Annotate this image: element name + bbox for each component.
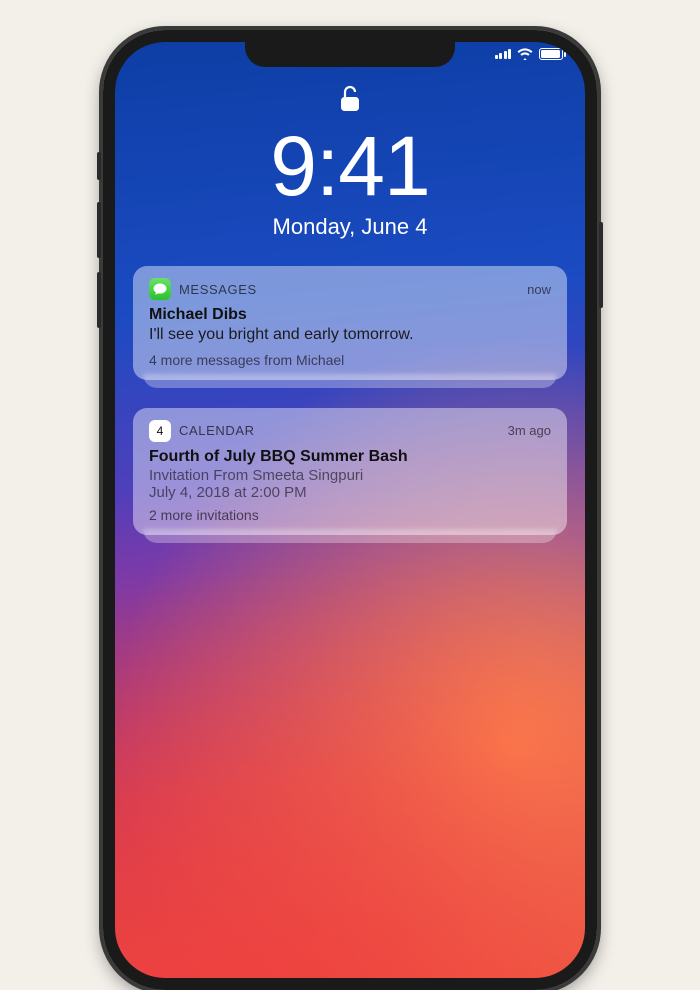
lock-time: 9:41 <box>270 124 430 208</box>
notification-stack-calendar[interactable]: 4 CALENDAR 3m ago Fourth of July BBQ Sum… <box>133 408 567 535</box>
notification-title: Michael Dibs <box>149 306 551 324</box>
volume-up-button <box>97 202 101 258</box>
notification-card[interactable]: MESSAGES now Michael Dibs I'll see you b… <box>133 266 567 380</box>
notification-stack-messages[interactable]: MESSAGES now Michael Dibs I'll see you b… <box>133 266 567 380</box>
notification-body: I'll see you bright and early tomorrow. <box>149 325 551 346</box>
volume-down-button <box>97 272 101 328</box>
notification-timestamp: now <box>527 282 551 297</box>
notification-card[interactable]: 4 CALENDAR 3m ago Fourth of July BBQ Sum… <box>133 408 567 535</box>
calendar-app-icon: 4 <box>149 420 171 442</box>
app-name: MESSAGES <box>179 282 257 297</box>
messages-app-icon <box>149 278 171 300</box>
iphone-device-frame: 9:41 Monday, June 4 MESSAGES now Michael… <box>103 30 597 990</box>
app-name: CALENDAR <box>179 423 255 438</box>
notification-list: MESSAGES now Michael Dibs I'll see you b… <box>115 266 585 535</box>
wifi-icon <box>517 48 533 60</box>
notification-title: Fourth of July BBQ Summer Bash <box>149 448 551 466</box>
calendar-icon-day: 4 <box>157 425 164 437</box>
notification-when: July 4, 2018 at 2:00 PM <box>149 484 551 501</box>
device-notch <box>245 40 455 67</box>
status-bar <box>495 48 564 60</box>
power-button <box>599 222 603 308</box>
stack-summary: 4 more messages from Michael <box>149 352 551 368</box>
mute-switch <box>97 152 101 180</box>
lock-screen[interactable]: 9:41 Monday, June 4 MESSAGES now Michael… <box>115 42 585 978</box>
cell-signal-icon <box>495 49 512 59</box>
lock-date: Monday, June 4 <box>273 214 428 240</box>
lock-header: 9:41 Monday, June 4 <box>115 84 585 240</box>
unlock-icon <box>338 84 362 114</box>
notification-subtitle: Invitation From Smeeta Singpuri <box>149 467 551 484</box>
stack-summary: 2 more invitations <box>149 507 551 523</box>
notification-timestamp: 3m ago <box>508 423 551 438</box>
battery-icon <box>539 48 563 60</box>
